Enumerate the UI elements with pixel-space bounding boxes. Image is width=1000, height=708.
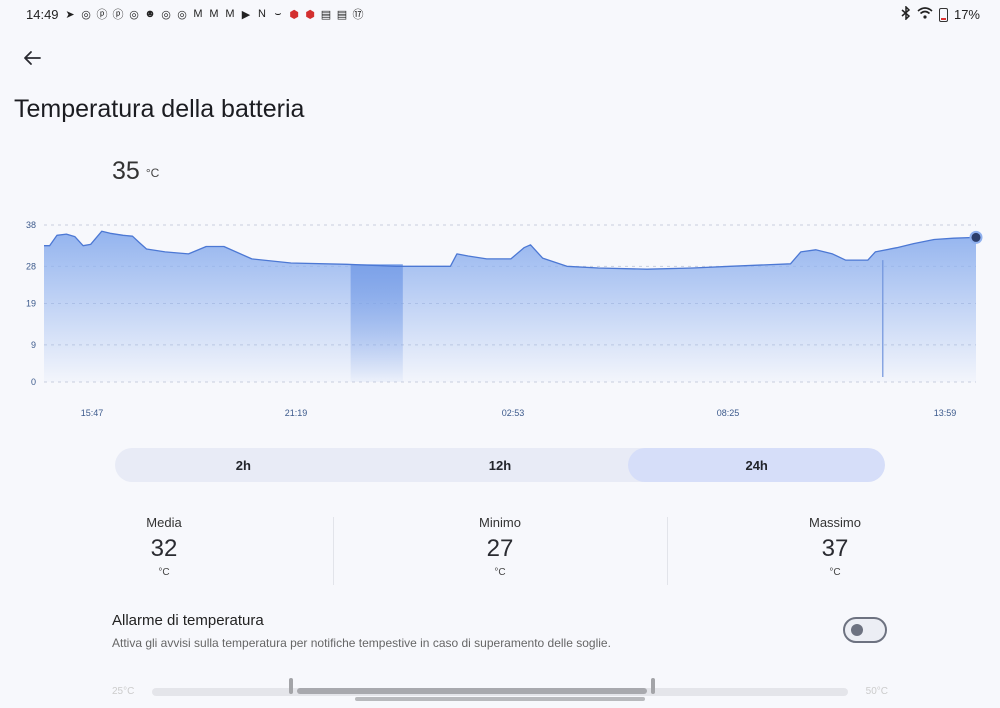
y-tick-label: 9 — [31, 340, 36, 350]
alarm-description: Attiva gli avvisi sulla temperatura per … — [112, 636, 611, 650]
stat-minimum: Minimo 27 °C — [400, 515, 600, 578]
battery-icon — [938, 7, 948, 22]
y-tick-label: 38 — [26, 220, 36, 230]
telegram-icon: ➤ — [65, 8, 75, 21]
bluetooth-icon — [901, 5, 911, 23]
wifi-icon — [917, 7, 933, 22]
alarm-title: Allarme di temperatura — [112, 612, 264, 629]
reddit-icon: ☻ — [144, 8, 156, 20]
stat-divider — [667, 517, 668, 585]
stat-minimum-label: Minimo — [479, 515, 521, 530]
calendar-icon: ⑰ — [352, 9, 364, 21]
time-range-selector: 2h 12h 24h — [115, 448, 885, 482]
gmail-icon: M — [209, 8, 219, 20]
highlight-band — [350, 264, 403, 382]
stats-row: Media 32 °C Minimo 27 °C Massimo 37 °C — [0, 515, 1000, 590]
range-option-12h[interactable]: 12h — [372, 448, 629, 482]
stat-minimum-unit: °C — [494, 567, 506, 578]
y-tick-label: 28 — [26, 261, 36, 271]
threshold-slider[interactable]: 25°C 50°C — [112, 678, 888, 708]
stat-average-value: 32 — [150, 535, 178, 562]
range-option-24h[interactable]: 24h — [628, 448, 885, 482]
stat-average-unit: °C — [158, 567, 170, 578]
x-tick-label: 21:19 — [285, 408, 308, 418]
instagram-icon: ◎ — [129, 8, 139, 21]
range-option-2h[interactable]: 2h — [115, 448, 372, 482]
stat-maximum-value: 37 — [821, 535, 849, 562]
x-tick-label: 15:47 — [81, 408, 104, 418]
current-temperature-unit: °C — [145, 166, 160, 180]
notification-icons: ➤ ◎ ⓟ ⓟ ◎ ☻ ◎ ◎ M M M ▶ N ⌣ ⬢ ⬢ ▤ ▤ ⑰ — [63, 7, 365, 22]
stat-maximum-label: Massimo — [808, 515, 861, 530]
gmail-icon: M — [225, 8, 235, 20]
pinterest-icon: ⓟ — [112, 9, 124, 21]
news-icon: ▤ — [336, 8, 348, 21]
play-icon: ▶ — [241, 8, 251, 21]
stat-average-label: Media — [146, 515, 182, 530]
app-icon: ⬢ — [289, 8, 299, 21]
page-title: Temperatura della batteria — [14, 95, 305, 123]
status-bar: 14:49 ➤ ◎ ⓟ ⓟ ◎ ☻ ◎ ◎ M M M ▶ N ⌣ ⬢ ⬢ ▤ ▤ ⑰ 17% — [0, 0, 1000, 28]
stat-divider — [333, 517, 334, 585]
news-icon: ▤ — [320, 8, 332, 21]
back-button[interactable] — [18, 44, 46, 72]
slider-max-label: 50°C — [865, 686, 888, 697]
y-tick-label: 0 — [31, 377, 36, 387]
temperature-chart[interactable]: 0 9 19 28 38 15:47 21:19 02:53 08:25 13:59 — [0, 205, 1000, 430]
battery-percent: 17% — [953, 7, 980, 22]
app-icon: ⬢ — [305, 8, 315, 21]
stat-maximum-unit: °C — [829, 567, 841, 578]
x-tick-label: 02:53 — [502, 408, 525, 418]
alarm-toggle-knob — [851, 624, 863, 636]
current-temperature: 35 °C — [112, 157, 159, 186]
stat-maximum: Massimo 37 °C — [735, 515, 935, 578]
slider-active-track — [297, 688, 648, 694]
back-arrow-icon — [24, 51, 41, 65]
stat-minimum-value: 27 — [486, 535, 514, 562]
current-temperature-value: 35 — [112, 157, 140, 185]
instagram-icon: ◎ — [81, 8, 91, 21]
current-point-marker — [969, 230, 983, 244]
netflix-icon: N — [258, 8, 266, 20]
y-tick-label: 19 — [26, 299, 36, 309]
stat-average: Media 32 °C — [64, 515, 264, 578]
instagram-icon: ◎ — [161, 8, 171, 21]
instagram-icon: ◎ — [177, 8, 187, 21]
alarm-toggle[interactable] — [843, 617, 887, 643]
slider-low-thumb[interactable] — [289, 678, 294, 694]
x-tick-label: 08:25 — [717, 408, 740, 418]
x-tick-label: 13:59 — [934, 408, 957, 418]
home-indicator[interactable] — [355, 697, 645, 701]
pinterest-icon: ⓟ — [96, 9, 108, 21]
gmail-icon: M — [193, 8, 203, 20]
slider-min-label: 25°C — [112, 686, 135, 697]
slider-high-thumb[interactable] — [651, 678, 656, 694]
amazon-icon: ⌣ — [274, 7, 282, 20]
status-right: 17% — [901, 5, 980, 23]
status-time: 14:49 — [26, 7, 59, 22]
